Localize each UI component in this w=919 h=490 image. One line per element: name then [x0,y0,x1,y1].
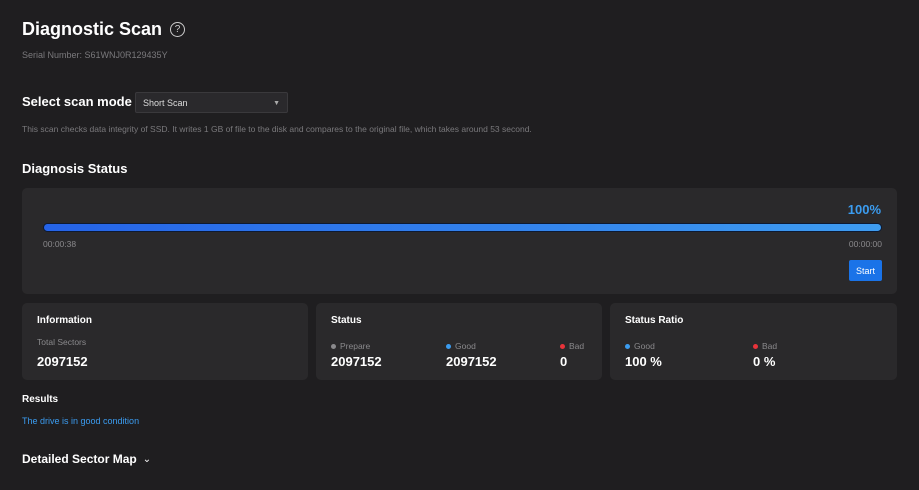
card-title: Information [37,315,92,326]
label: Good [634,341,655,351]
status-bad: Bad [560,341,584,351]
scan-mode-label: Select scan mode [22,94,132,109]
prepare-value: 2097152 [331,354,382,369]
bad-value: 0 [560,354,568,369]
remaining-time: 00:00:00 [848,239,882,249]
label: Prepare [340,341,371,351]
status-prepare: Prepare [331,341,370,351]
chevron-down-icon: ▼ [273,100,280,107]
chevron-down-icon: ⌄ [142,453,152,465]
diagnosis-status-heading: Diagnosis Status [22,161,128,176]
ratio-bad: Bad [753,341,777,351]
scan-mode-select[interactable]: Short Scan ▼ [135,92,288,113]
title-text: Diagnostic Scan [22,19,163,39]
progress-bar [43,223,882,232]
page-title: Diagnostic Scan? [22,19,186,40]
sector-map-label: Detailed Sector Map [22,452,137,466]
ratio-good: Good [625,341,655,351]
card-title: Status Ratio [625,315,684,326]
good-value: 2097152 [446,354,497,369]
detailed-sector-map-toggle[interactable]: Detailed Sector Map ⌄ [22,452,151,466]
serial-number: Serial Number: S61WNJ0R129435Y [22,50,168,60]
results-message-link[interactable]: The drive is in good condition [22,416,139,426]
card-title: Status [331,315,362,326]
results-heading: Results [22,394,59,405]
good-dot-icon [446,343,451,349]
bad-dot-icon [560,343,565,349]
progress-percent: 100% [847,202,881,217]
status-ratio-card: Status Ratio Good 100 % Bad 0 % [610,303,897,380]
status-good: Good [446,341,476,351]
bad-dot-icon [753,343,758,349]
start-button[interactable]: Start [849,260,882,281]
label: Bad [569,341,585,351]
elapsed-time: 00:00:38 [43,239,77,249]
good-dot-icon [625,343,630,349]
scan-mode-value: Short Scan [143,98,188,108]
label: Good [455,341,476,351]
prepare-dot-icon [331,343,336,349]
diagnosis-panel: 100% 00:00:38 00:00:00 Start [22,188,897,294]
total-sectors-value: 2097152 [37,354,88,369]
bad-ratio-value: 0 % [753,354,776,369]
scan-description: This scan checks data integrity of SSD. … [22,124,532,134]
total-sectors-label: Total Sectors [37,337,87,347]
help-icon[interactable]: ? [170,22,186,37]
status-card: Status Prepare 2097152 Good 2097152 Bad … [316,303,602,380]
information-card: Information Total Sectors 2097152 [22,303,308,380]
progress-fill [44,224,881,231]
label: Bad [762,341,778,351]
good-ratio-value: 100 % [625,354,662,369]
